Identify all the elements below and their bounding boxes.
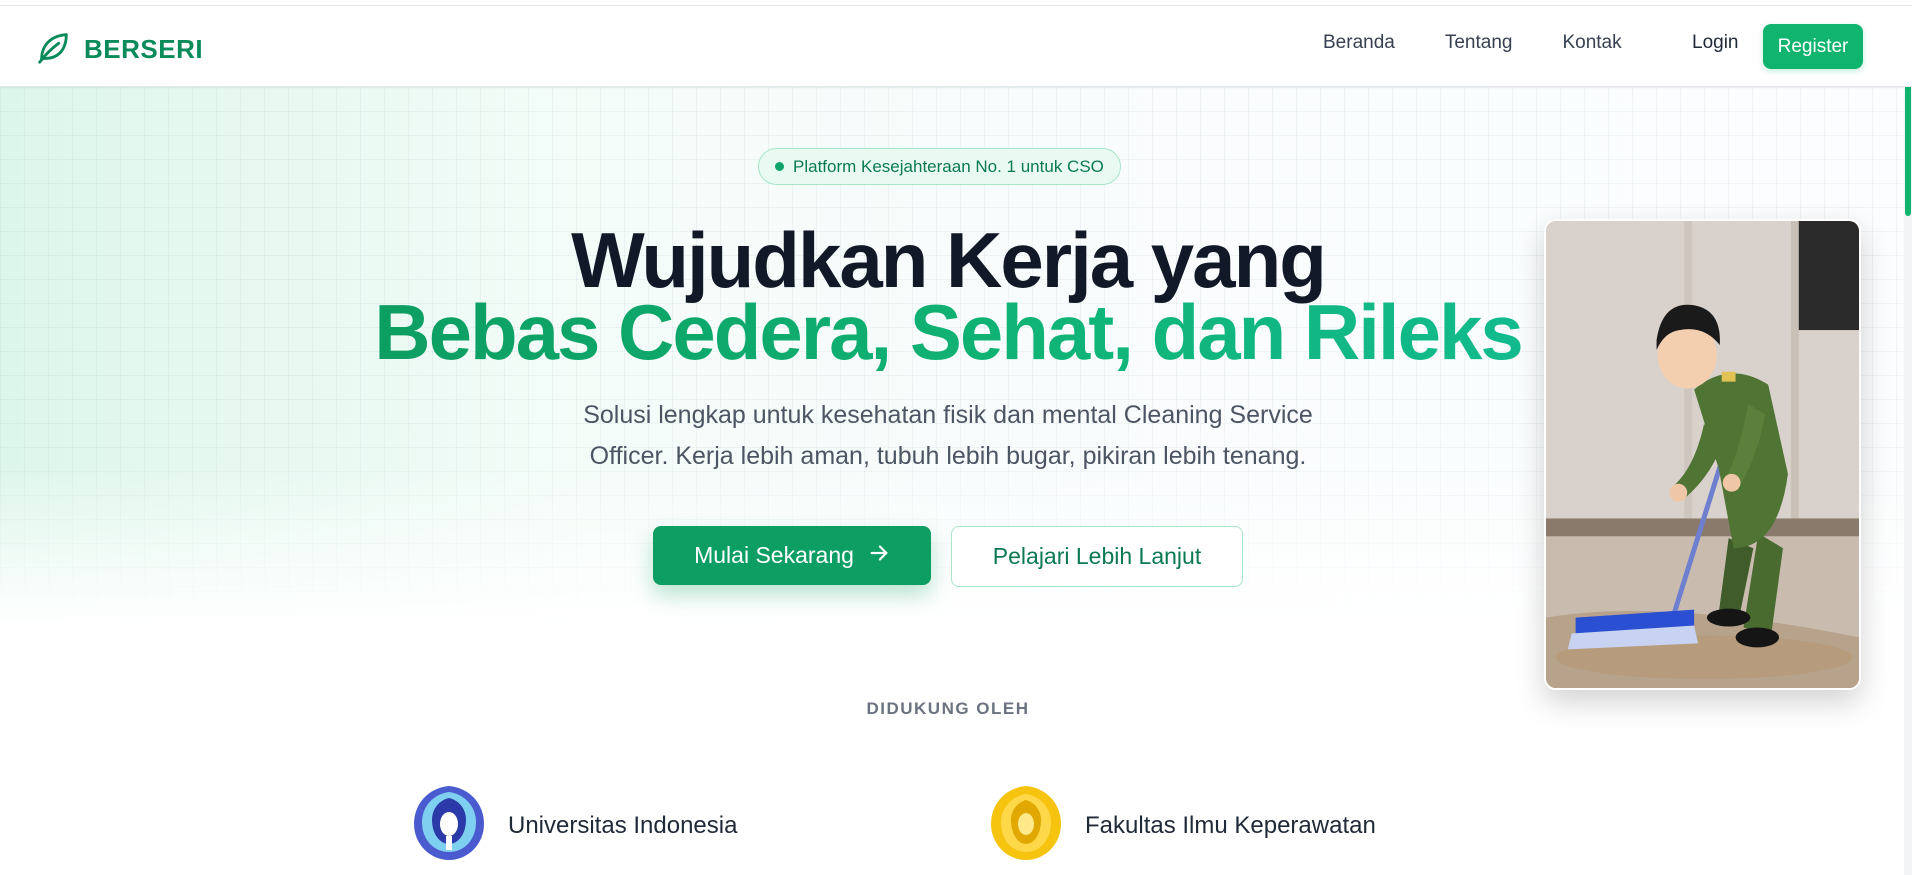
start-now-label: Mulai Sekarang [694, 542, 854, 568]
supported-by-title: DIDUKUNG OLEH [866, 699, 1030, 718]
partner-name: Universitas Indonesia [508, 811, 738, 839]
hero-badge: Platform Kesejahteraan No. 1 untuk CSO [758, 148, 1121, 185]
login-link[interactable]: Login [1692, 32, 1739, 54]
learn-more-button[interactable]: Pelajari Lebih Lanjut [951, 526, 1243, 587]
nav-links: Beranda Tentang Kontak [1323, 32, 1622, 54]
partner-fakultas-ilmu-keperawatan: Fakultas Ilmu Keperawatan [985, 782, 1376, 869]
start-now-button[interactable]: Mulai Sekarang [653, 526, 931, 585]
navbar: BERSERI Beranda Tentang Kontak Login Reg… [0, 6, 1912, 87]
partner-universitas-indonesia: Universitas Indonesia [408, 782, 737, 869]
badge-dot-icon [775, 162, 784, 171]
nav-link-kontak[interactable]: Kontak [1562, 32, 1621, 54]
brand-logo[interactable]: BERSERI [34, 28, 203, 71]
nav-link-tentang[interactable]: Tentang [1445, 32, 1513, 54]
hero-illustration [1544, 219, 1861, 690]
badge-text: Platform Kesejahteraan No. 1 untuk CSO [793, 157, 1104, 176]
partner-name: Fakultas Ilmu Keperawatan [1085, 811, 1376, 839]
register-button[interactable]: Register [1763, 24, 1863, 69]
nav-link-beranda[interactable]: Beranda [1323, 32, 1395, 54]
hero-subtitle: Solusi lengkap untuk kesehatan fisik dan… [583, 401, 1313, 470]
hero-section: Platform Kesejahteraan No. 1 untuk CSO W… [0, 87, 1912, 690]
fik-logo [985, 782, 1067, 869]
ui-logo [408, 782, 490, 869]
arrow-right-icon [868, 542, 890, 570]
brand-name: BERSERI [84, 34, 204, 64]
leaf-icon [34, 28, 72, 71]
